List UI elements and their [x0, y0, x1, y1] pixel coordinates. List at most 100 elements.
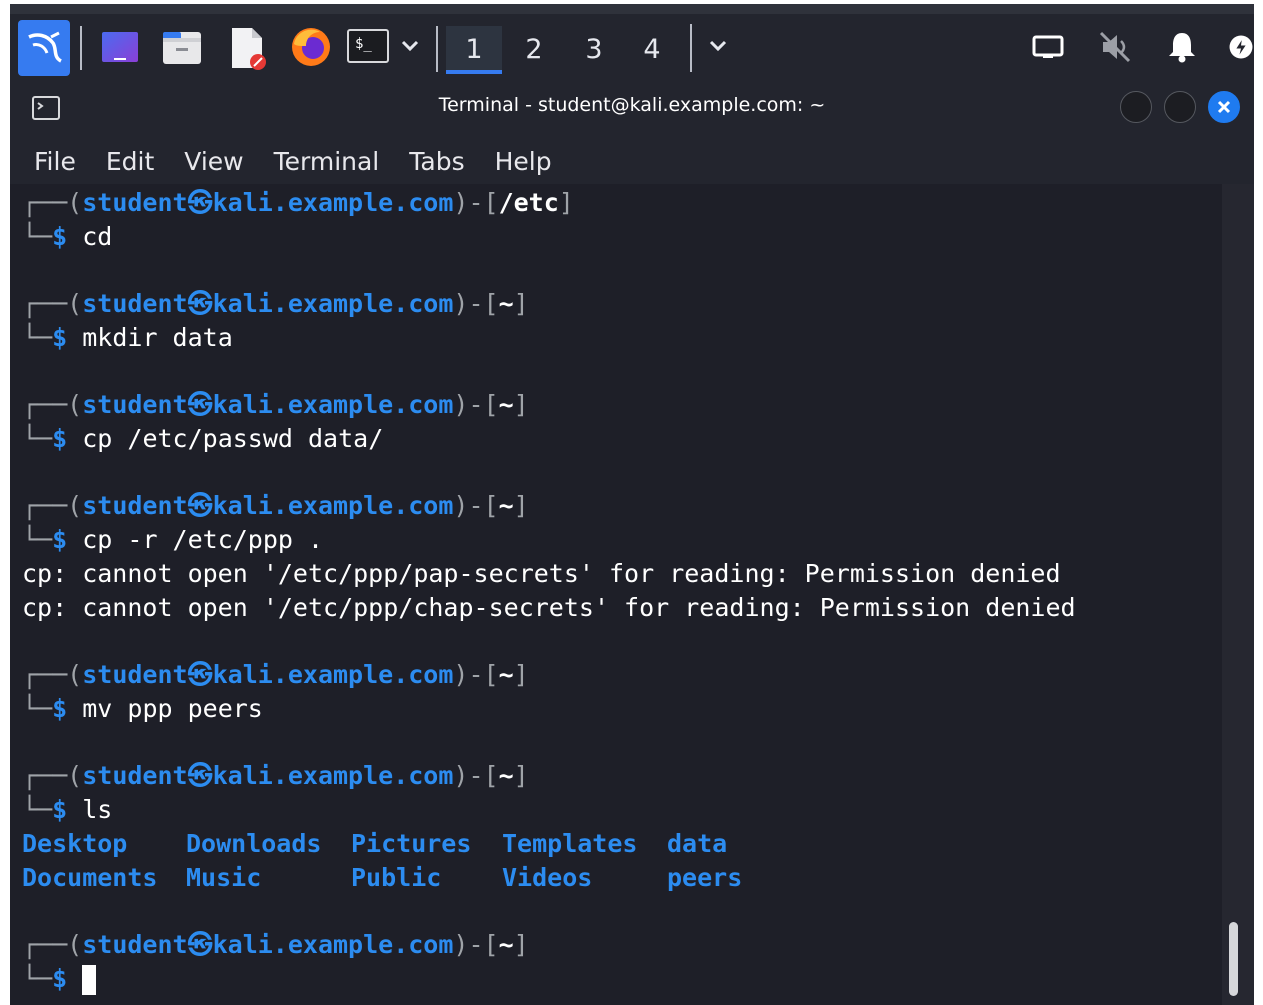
prompt-path: ~	[498, 491, 514, 520]
menu-tabs[interactable]: Tabs	[409, 147, 464, 176]
workspace-label: 1	[465, 33, 483, 65]
workspace-4[interactable]: 4	[624, 26, 680, 72]
menu-help[interactable]: Help	[495, 147, 552, 176]
prompt-path: ~	[498, 390, 514, 419]
prompt-frame: ┌──(	[22, 660, 83, 689]
command-text: cp -r /etc/ppp .	[82, 525, 324, 554]
prompt-dollar: $	[52, 964, 68, 993]
notification-bell-icon[interactable]	[1164, 28, 1200, 66]
prompt-dollar: $	[52, 525, 68, 554]
scrollbar-track[interactable]	[1222, 184, 1254, 1005]
window-titlebar[interactable]: Terminal - student@kali.example.com: ~	[10, 82, 1254, 134]
prompt-user: student	[82, 289, 188, 318]
directory-entry: Templates	[502, 829, 638, 858]
prompt-frame: ┌──(	[22, 491, 83, 520]
panel-top-border	[10, 4, 1254, 14]
prompt-user: student	[82, 491, 188, 520]
command-line: └─$ cp -r /etc/ppp .	[22, 523, 323, 557]
close-button[interactable]	[1208, 91, 1240, 123]
terminal-output[interactable]: ┌──(student㉿kali.example.com)-[/etc] └─$ …	[10, 184, 1222, 1005]
volume-muted-icon[interactable]	[1096, 28, 1134, 66]
prompt-frame: )-[	[453, 660, 499, 689]
panel-separator	[690, 24, 692, 72]
prompt-line: ┌──(student㉿kali.example.com)-[~]	[22, 759, 529, 793]
directory-entry: peers	[667, 863, 743, 892]
window-list-chevron-down-icon[interactable]	[706, 34, 730, 58]
prompt-separator-icon: ㉿	[187, 390, 213, 419]
terminal-launcher-icon[interactable]: $_	[346, 26, 390, 66]
prompt-path: ~	[498, 660, 514, 689]
menu-file[interactable]: File	[34, 147, 76, 176]
prompt-frame: ┌──(	[22, 188, 83, 217]
maximize-button[interactable]	[1164, 91, 1196, 123]
cursor	[82, 965, 97, 995]
file-manager-icon[interactable]	[160, 26, 204, 68]
command-line: └─$ ls	[22, 793, 112, 827]
directory-entry: Public	[351, 863, 442, 892]
prompt-user: student	[82, 761, 188, 790]
command-text: mkdir data	[82, 323, 233, 352]
prompt-frame: )-[	[453, 930, 499, 959]
command-spacer	[67, 222, 82, 251]
directory-entry: data	[667, 829, 728, 858]
workspace-2[interactable]: 2	[506, 26, 562, 72]
prompt-separator-icon: ㉿	[187, 188, 213, 217]
prompt-frame: ]	[558, 188, 574, 217]
top-panel: $_ 1 2 3 4	[10, 4, 1254, 82]
menu-view[interactable]: View	[184, 147, 243, 176]
prompt-frame: )-[	[453, 390, 499, 419]
close-icon	[1217, 100, 1231, 114]
command-text: ls	[82, 795, 113, 824]
prompt-frame: ┌──(	[22, 761, 83, 790]
prompt-path: ~	[498, 289, 514, 318]
workspace-label: 3	[585, 33, 603, 65]
prompt-frame: ]	[513, 761, 529, 790]
scrollbar-thumb[interactable]	[1229, 922, 1238, 996]
prompt-frame: └─	[22, 694, 53, 723]
prompt-line: ┌──(student㉿kali.example.com)-[/etc]	[22, 186, 574, 220]
prompt-frame: ]	[513, 289, 529, 318]
prompt-line: ┌──(student㉿kali.example.com)-[~]	[22, 658, 529, 692]
prompt-host: kali.example.com	[212, 390, 454, 419]
output-text: cp: cannot open '/etc/ppp/pap-secrets' f…	[22, 559, 1061, 588]
kali-menu-icon[interactable]	[18, 20, 70, 76]
prompt-frame: )-[	[453, 491, 499, 520]
menu-terminal[interactable]: Terminal	[274, 147, 380, 176]
prompt-line: ┌──(student㉿kali.example.com)-[~]	[22, 928, 529, 962]
prompt-frame: ]	[513, 660, 529, 689]
prompt-line: ┌──(student㉿kali.example.com)-[~]	[22, 287, 529, 321]
workspace-3[interactable]: 3	[566, 26, 622, 72]
prompt-line: ┌──(student㉿kali.example.com)-[~]	[22, 489, 529, 523]
command-line: └─$ cd	[22, 220, 112, 254]
show-desktop-icon[interactable]	[100, 28, 140, 66]
prompt-dollar: $	[52, 694, 68, 723]
output-text: cp: cannot open '/etc/ppp/chap-secrets' …	[22, 593, 1076, 622]
menu-edit[interactable]: Edit	[106, 147, 154, 176]
prompt-frame: └─	[22, 222, 53, 251]
text-editor-icon[interactable]	[224, 24, 270, 72]
firefox-icon[interactable]	[288, 24, 334, 70]
monitor-icon[interactable]	[1030, 30, 1066, 64]
minimize-button[interactable]	[1120, 91, 1152, 123]
prompt-host: kali.example.com	[212, 289, 454, 318]
prompt-host: kali.example.com	[212, 930, 454, 959]
prompt-line: ┌──(student㉿kali.example.com)-[~]	[22, 388, 529, 422]
command-text: cp /etc/passwd data/	[82, 424, 384, 453]
launcher-chevron-down-icon[interactable]	[398, 34, 422, 58]
prompt-user: student	[82, 390, 188, 419]
prompt-host: kali.example.com	[212, 491, 454, 520]
prompt-frame: ]	[513, 491, 529, 520]
prompt-host: kali.example.com	[212, 761, 454, 790]
command-spacer	[67, 694, 82, 723]
prompt-separator-icon: ㉿	[187, 930, 213, 959]
prompt-path: ~	[498, 930, 514, 959]
terminal-window: Terminal - student@kali.example.com: ~ F…	[10, 82, 1254, 1005]
directory-entry: Downloads	[186, 829, 322, 858]
prompt-separator-icon: ㉿	[187, 289, 213, 318]
prompt-frame: ]	[513, 390, 529, 419]
prompt-frame: )-[	[453, 188, 499, 217]
workspace-1[interactable]: 1	[446, 26, 502, 74]
power-icon[interactable]	[1228, 30, 1254, 64]
command-line: └─$ mkdir data	[22, 321, 233, 355]
prompt-dollar: $	[52, 323, 68, 352]
